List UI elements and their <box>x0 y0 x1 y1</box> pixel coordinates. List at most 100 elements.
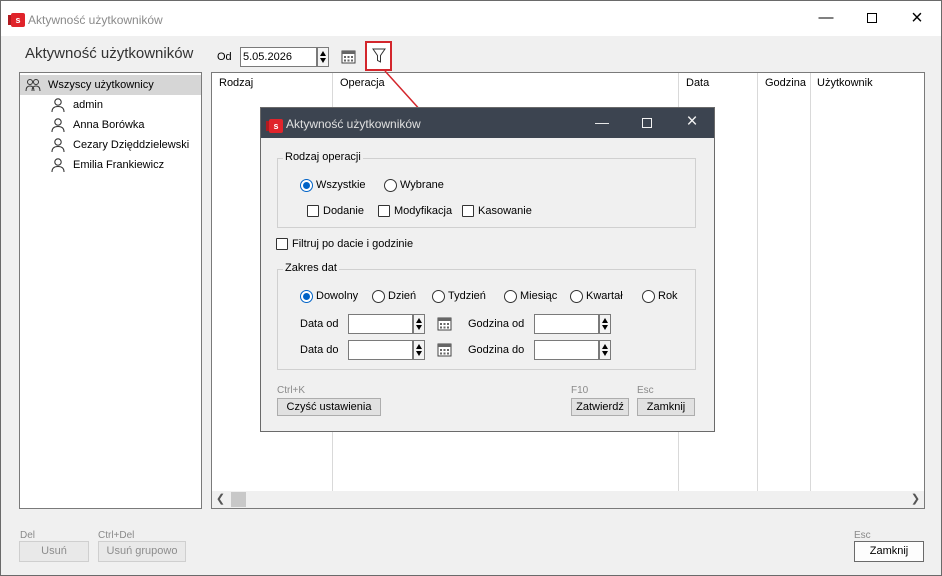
app-logo-icon: s <box>8 13 25 27</box>
dialog-time-from-input[interactable] <box>534 314 599 334</box>
date-range-title: Zakres dat <box>283 262 339 274</box>
dialog-close-action-button[interactable]: Zamknij <box>637 398 695 416</box>
horizontal-scrollbar[interactable]: ❮ ❯ <box>212 491 924 508</box>
radio-selected-operations[interactable] <box>384 179 397 192</box>
maximize-icon <box>867 13 877 24</box>
grid-header-rodzaj[interactable]: Rodzaj <box>219 77 253 89</box>
checkbox-filter-by-date[interactable] <box>276 238 288 250</box>
scrollbar-thumb[interactable] <box>231 492 246 507</box>
operation-type-group <box>277 158 696 228</box>
radio-range-quarter[interactable] <box>570 290 583 303</box>
spin-up-icon[interactable] <box>416 318 422 323</box>
close-window-button[interactable]: × <box>894 1 940 35</box>
scroll-left-icon[interactable]: ❮ <box>212 491 229 508</box>
radio-range-label[interactable]: Miesiąc <box>520 290 557 302</box>
tree-item-label: Anna Borówka <box>73 119 145 131</box>
dialog-title: Aktywność użytkowników <box>286 117 421 131</box>
spin-down-icon[interactable] <box>602 351 608 356</box>
dialog-date-from-spinner[interactable] <box>413 314 425 334</box>
date-spinner[interactable] <box>317 47 329 67</box>
maximize-button[interactable] <box>849 1 895 35</box>
dialog-date-from-input[interactable] <box>348 314 413 334</box>
grid-header-uzytkownik[interactable]: Użytkownik <box>817 77 873 89</box>
checkbox-delete-label[interactable]: Kasowanie <box>478 205 532 217</box>
main-titlebar[interactable]: s Aktywność użytkowników — × <box>1 1 941 36</box>
radio-range-month[interactable] <box>504 290 517 303</box>
grid-column-divider <box>757 73 758 491</box>
dialog-time-to-spinner[interactable] <box>599 340 611 360</box>
tree-item-user[interactable]: Anna Borówka <box>20 115 201 135</box>
spin-up-icon[interactable] <box>602 344 608 349</box>
radio-range-label[interactable]: Kwartał <box>586 290 623 302</box>
radio-range-label[interactable]: Dowolny <box>316 290 358 302</box>
user-icon <box>51 98 65 113</box>
dialog-time-to-input[interactable] <box>534 340 599 360</box>
checkbox-add-label[interactable]: Dodanie <box>323 205 364 217</box>
filter-button[interactable] <box>365 41 392 71</box>
window-title: Aktywność użytkowników <box>28 13 163 27</box>
close-button[interactable]: Zamknij <box>854 541 924 562</box>
group-delete-button[interactable]: Usuń grupowo <box>98 541 186 562</box>
radio-range-week[interactable] <box>432 290 445 303</box>
checkbox-modify[interactable] <box>378 205 390 217</box>
delete-button[interactable]: Usuń <box>19 541 89 562</box>
confirm-shortcut: F10 <box>571 385 589 396</box>
tree-item-user[interactable]: Cezary Dzięddzielewski <box>20 135 201 155</box>
dialog-close-shortcut: Esc <box>637 385 654 396</box>
radio-range-day[interactable] <box>372 290 385 303</box>
tree-item-all-users[interactable]: Wszyscy użytkownicy <box>20 75 201 95</box>
dialog-maximize-button[interactable] <box>625 108 669 138</box>
app-logo-letter: s <box>15 15 21 25</box>
spin-up-icon[interactable] <box>416 344 422 349</box>
checkbox-filter-by-date-label[interactable]: Filtruj po dacie i godzinie <box>292 238 413 250</box>
checkbox-modify-label[interactable]: Modyfikacja <box>394 205 452 217</box>
clear-settings-button[interactable]: Czyść ustawienia <box>277 398 381 416</box>
dialog-date-to-input[interactable] <box>348 340 413 360</box>
calendar-icon[interactable] <box>437 316 452 331</box>
date-from-label: Od <box>217 51 232 63</box>
dialog-minimize-button[interactable]: — <box>580 108 624 138</box>
radio-all-label[interactable]: Wszystkie <box>316 179 366 191</box>
grid-header-godzina[interactable]: Godzina <box>765 77 806 89</box>
dialog-titlebar[interactable]: s Aktywność użytkowników — × <box>261 108 714 138</box>
app-logo-letter: s <box>273 121 279 131</box>
checkbox-add[interactable] <box>307 205 319 217</box>
checkbox-delete[interactable] <box>462 205 474 217</box>
radio-range-label[interactable]: Dzień <box>388 290 416 302</box>
grid-header-operacja[interactable]: Operacja <box>340 77 385 89</box>
date-from-input[interactable]: 5.05.2026 <box>240 47 317 67</box>
calendar-icon[interactable] <box>437 342 452 357</box>
radio-range-label[interactable]: Rok <box>658 290 678 302</box>
spin-down-icon[interactable] <box>416 325 422 330</box>
dialog-close-button[interactable]: × <box>670 108 714 138</box>
filter-dialog: s Aktywność użytkowników — × Rodzaj oper… <box>260 107 715 432</box>
spin-down-icon[interactable] <box>320 58 326 63</box>
spin-down-icon[interactable] <box>416 351 422 356</box>
grid-header-data[interactable]: Data <box>686 77 709 89</box>
users-group-icon <box>25 79 41 92</box>
date-to-field-label: Data do <box>300 344 339 356</box>
spin-up-icon[interactable] <box>320 51 326 56</box>
tree-item-user[interactable]: Emilia Frankiewicz <box>20 155 201 175</box>
delete-shortcut: Del <box>20 530 36 541</box>
tree-item-user[interactable]: admin <box>20 95 201 115</box>
app-logo-icon: s <box>266 119 283 133</box>
radio-range-any[interactable] <box>300 290 313 303</box>
dialog-time-from-spinner[interactable] <box>599 314 611 334</box>
minimize-button[interactable]: — <box>803 1 849 35</box>
filter-icon <box>372 48 386 63</box>
dialog-date-to-spinner[interactable] <box>413 340 425 360</box>
scroll-right-icon[interactable]: ❯ <box>907 491 924 508</box>
calendar-icon[interactable] <box>341 49 356 64</box>
spin-down-icon[interactable] <box>602 325 608 330</box>
clear-shortcut: Ctrl+K <box>277 385 306 396</box>
spin-up-icon[interactable] <box>602 318 608 323</box>
radio-range-year[interactable] <box>642 290 655 303</box>
section-title: Aktywność użytkowników <box>25 45 194 62</box>
confirm-button[interactable]: Zatwierdź <box>571 398 629 416</box>
radio-range-label[interactable]: Tydzień <box>448 290 486 302</box>
user-list-panel[interactable]: Wszyscy użytkownicy admin Anna Borówka C… <box>19 72 202 509</box>
tree-item-label: Cezary Dzięddzielewski <box>73 139 190 151</box>
radio-selected-label[interactable]: Wybrane <box>400 179 444 191</box>
radio-all-operations[interactable] <box>300 179 313 192</box>
